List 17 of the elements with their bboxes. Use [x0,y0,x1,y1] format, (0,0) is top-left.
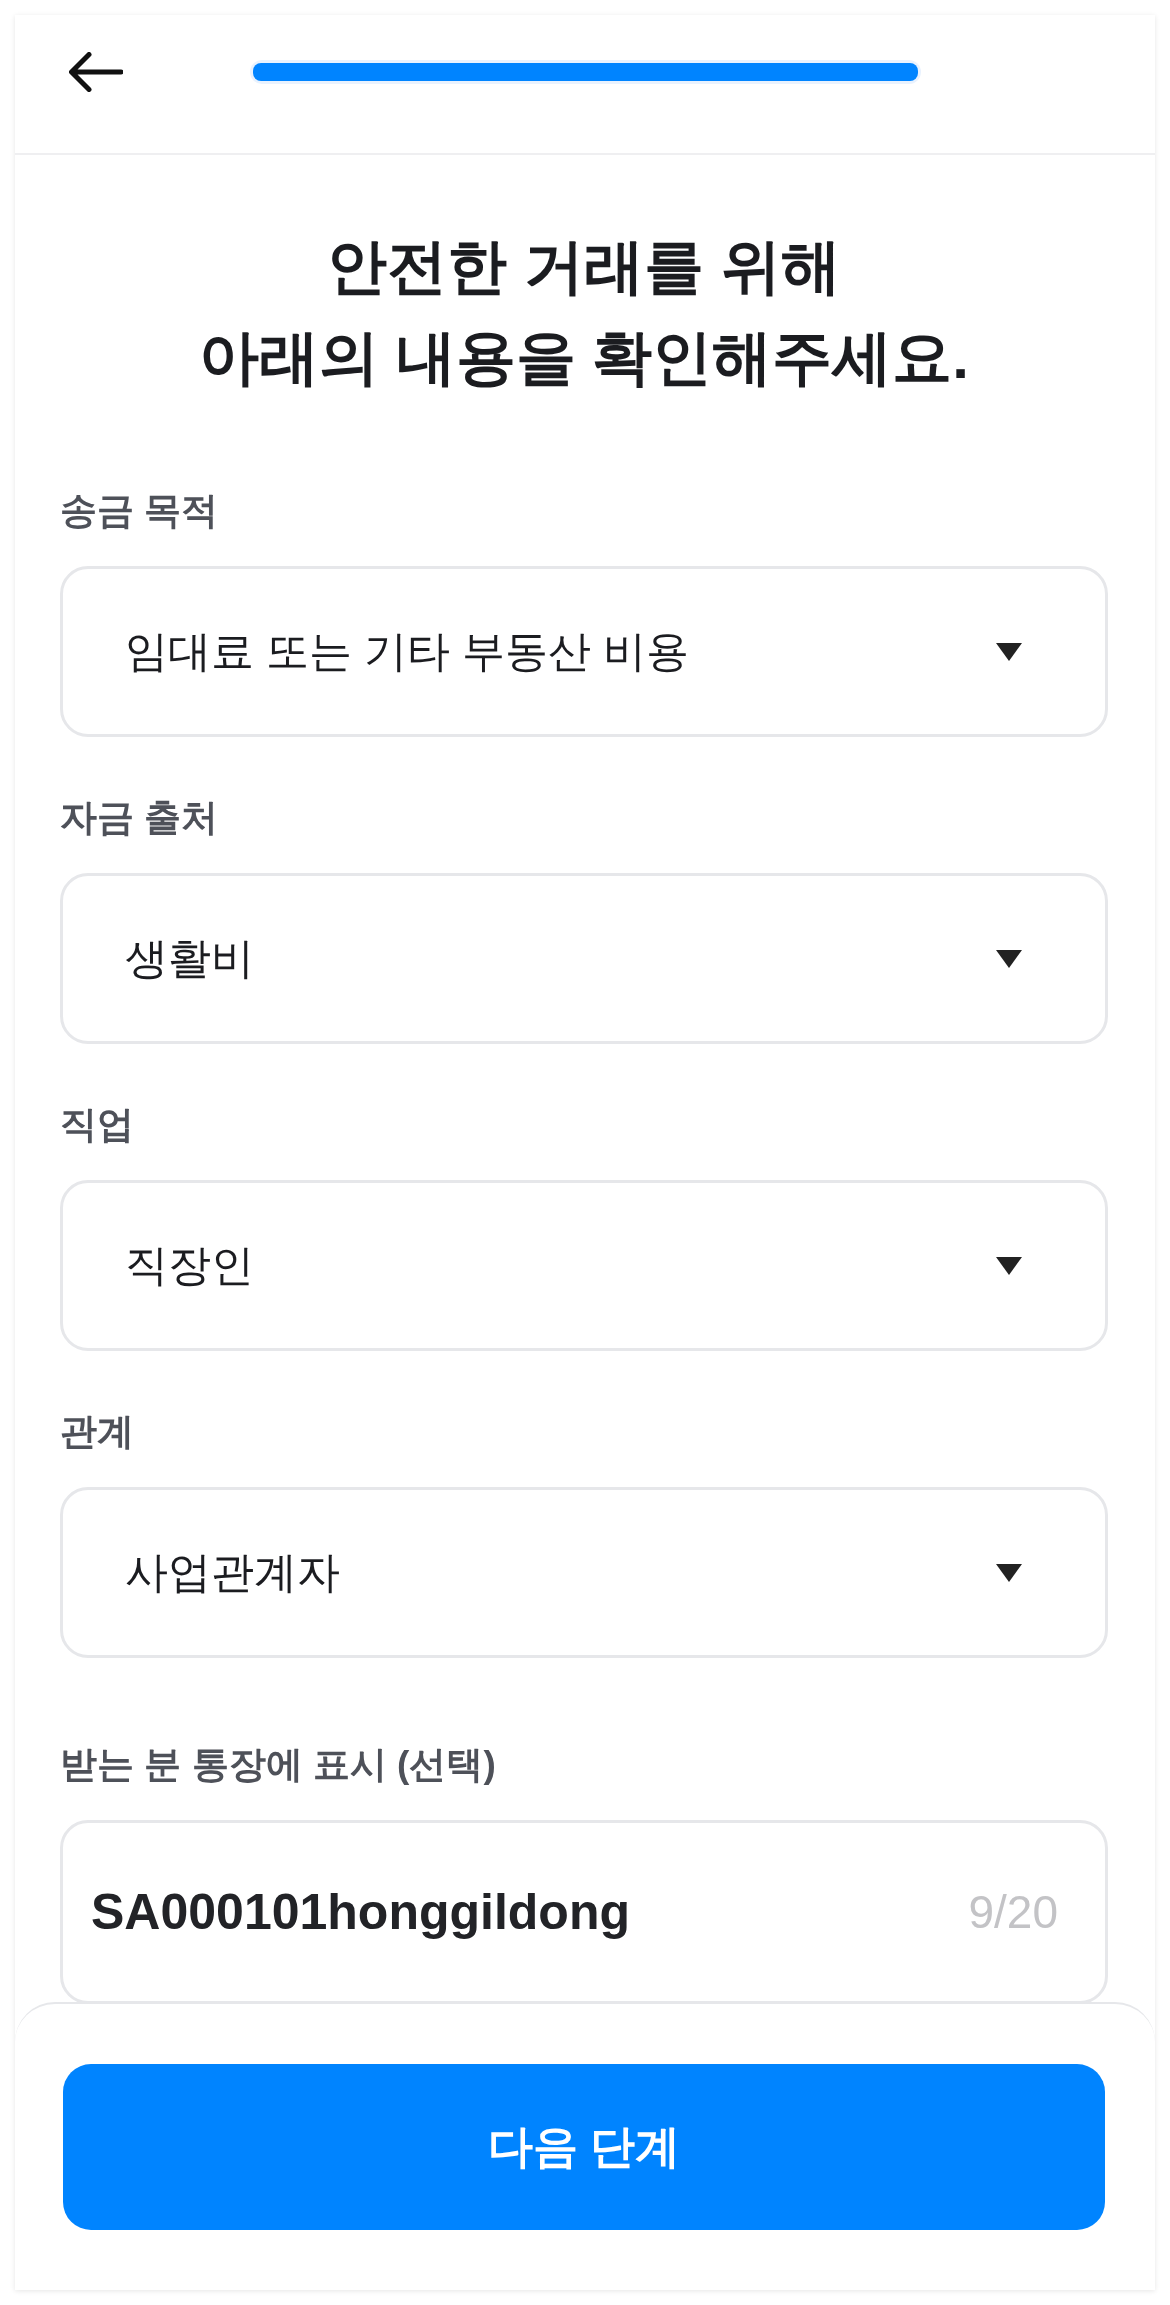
caret-down-icon [996,642,1022,661]
field-label: 자금 출처 [60,796,220,840]
next-step-button[interactable]: 다음 단계 [63,2064,1105,2230]
dropdown[interactable]: 사업관계자 [60,1487,1108,1658]
dropdown[interactable]: 직장인 [60,1180,1108,1351]
page-title: 안전한 거래를 위해 아래의 내용을 확인해주세요. [198,232,970,393]
field-label: 관계 [60,1410,135,1454]
field-label: 받는 분 통장에 표시 (선택) [60,1743,497,1787]
field-label: 직업 [60,1103,135,1147]
character-counter: 9/20 [968,1885,1058,1939]
caret-down-icon [996,949,1022,968]
field-label: 송금 목적 [60,489,220,533]
dropdown[interactable]: 임대료 또는 기타 부동산 비용 [60,566,1108,737]
back-arrow-icon[interactable] [69,52,123,92]
dropdown[interactable]: 생활비 [60,873,1108,1044]
caret-down-icon [996,1256,1022,1275]
caret-down-icon [996,1563,1022,1582]
